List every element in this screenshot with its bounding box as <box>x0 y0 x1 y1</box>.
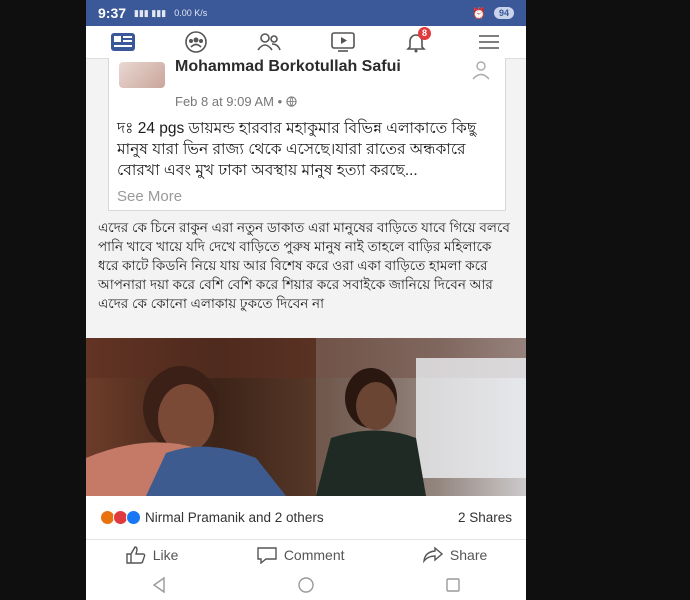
friends-icon[interactable] <box>254 29 284 55</box>
comment-button[interactable]: Comment <box>256 546 345 564</box>
battery-indicator: 94 <box>493 7 514 19</box>
back-icon[interactable] <box>150 576 168 594</box>
post-text: এদের কে চিনে রাকুন এরা নতুন ডাকাত এরা মা… <box>98 220 510 311</box>
facebook-nav-bar: 8 <box>86 26 526 59</box>
android-nav-bar <box>86 570 526 600</box>
post-photo[interactable] <box>86 338 526 496</box>
notifications-icon[interactable]: 8 <box>401 27 431 55</box>
phone-screen: 9:37 ▮▮▮ ▮▮▮ 0.00 K/s ⏰ 94 8 Mohammad Bo… <box>86 0 526 600</box>
like-button[interactable]: Like <box>125 546 179 564</box>
thumbs-up-icon <box>126 546 145 564</box>
menu-icon[interactable] <box>474 29 504 55</box>
watch-icon[interactable] <box>328 29 358 55</box>
share-label: Share <box>449 547 488 563</box>
share-button[interactable]: Share <box>422 546 487 564</box>
friend-request-icon[interactable] <box>469 60 493 85</box>
news-feed-icon[interactable] <box>108 29 138 55</box>
share-icon <box>422 546 443 564</box>
groups-icon[interactable] <box>181 29 211 55</box>
globe-icon <box>286 94 297 109</box>
status-time: 9:37 <box>98 5 127 21</box>
status-bar: 9:37 ▮▮▮ ▮▮▮ 0.00 K/s ⏰ 94 <box>86 0 526 26</box>
signal-icon: ▮▮▮ ▮▮▮ <box>134 7 167 18</box>
see-more-link[interactable]: See More <box>117 188 182 205</box>
network-speed: 0.00 K/s <box>174 8 208 18</box>
comment-icon <box>257 547 277 564</box>
shared-post-text: দঃ 24 pgs ডায়মন্ড হারবার মহাকুমার বিভিন… <box>117 120 477 179</box>
alarm-icon: ⏰ <box>472 7 486 20</box>
author-avatar[interactable] <box>119 62 165 88</box>
comment-label: Comment <box>283 547 345 563</box>
like-label: Like <box>152 547 179 563</box>
shared-post-time: Feb 8 at 9:09 AM • <box>175 94 297 109</box>
shared-post-author[interactable]: Mohammad Borkotullah Safui <box>175 58 475 75</box>
notification-badge: 8 <box>417 27 431 40</box>
recent-apps-icon[interactable] <box>444 576 462 594</box>
reactions-row[interactable]: Nirmal Pramanik and 2 others 2 Shares <box>86 496 526 540</box>
shared-post-card[interactable]: Mohammad Borkotullah Safui Feb 8 at 9:09… <box>108 58 506 211</box>
home-icon[interactable] <box>297 576 315 594</box>
reaction-names[interactable]: Nirmal Pramanik and 2 others <box>145 510 324 525</box>
shares-count[interactable]: 2 Shares <box>458 510 512 525</box>
post-actions: Like Comment Share <box>86 540 526 570</box>
reaction-icons <box>100 510 141 525</box>
like-reaction-icon <box>126 510 141 525</box>
